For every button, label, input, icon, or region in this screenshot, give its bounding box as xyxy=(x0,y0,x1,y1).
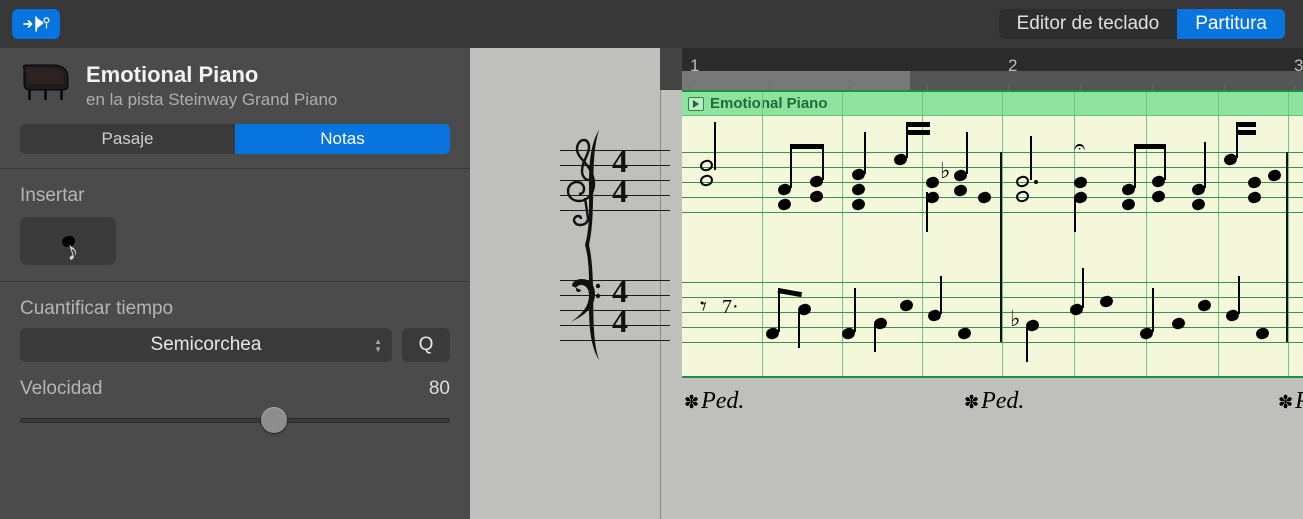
track-subtitle: en la pista Steinway Grand Piano xyxy=(86,90,337,110)
quantize-apply-button[interactable]: Q xyxy=(402,328,450,362)
divider xyxy=(0,168,470,169)
velocity-slider[interactable] xyxy=(20,410,450,430)
region-play-button[interactable] xyxy=(688,97,704,111)
midi-region[interactable]: Emotional Piano xyxy=(682,90,1303,378)
time-sig-numerator: 4 xyxy=(612,276,628,306)
track-title: Emotional Piano xyxy=(86,62,337,88)
quantize-value-select[interactable]: Semicorchea ▲▼ xyxy=(20,328,392,362)
bar-number: 2 xyxy=(1008,56,1017,76)
bar-ruler[interactable]: 1 2 3 xyxy=(660,48,1303,90)
quantize-value-text: Semicorchea xyxy=(151,334,262,356)
view-mode-tabs: Editor de teclado Partitura xyxy=(470,0,1303,48)
barline xyxy=(1286,152,1288,342)
velocity-value: 80 xyxy=(429,378,450,400)
ruler-region-played xyxy=(682,71,910,90)
quantize-label: Cuantificar tiempo xyxy=(0,294,470,324)
playhead-gutter xyxy=(660,48,682,90)
track-info: Emotional Piano en la pista Steinway Gra… xyxy=(86,62,337,110)
pedal-mark: Ped. xyxy=(684,388,744,415)
stepper-icon: ▲▼ xyxy=(374,338,382,353)
region-name: Emotional Piano xyxy=(710,95,828,112)
velocity-label: Velocidad xyxy=(20,378,102,400)
clef-area: 4 4 4 4 xyxy=(550,130,670,360)
time-sig-denominator: 4 xyxy=(612,306,628,336)
bar-number: 1 xyxy=(690,56,699,76)
pedal-mark: Ped. xyxy=(1278,388,1303,415)
inspector-panel: Emotional Piano en la pista Steinway Gra… xyxy=(0,0,470,519)
track-header: Emotional Piano en la pista Steinway Gra… xyxy=(0,48,470,118)
score-area: Editor de teclado Partitura 1 2 3 xyxy=(470,0,1303,519)
tab-score[interactable]: Partitura xyxy=(1177,9,1285,39)
treble-clef-icon xyxy=(564,134,604,230)
tab-notes[interactable]: Notas xyxy=(235,124,450,154)
pedal-mark: Ped. xyxy=(964,388,1024,415)
play-icon xyxy=(692,100,700,108)
time-sig-numerator: 4 xyxy=(612,146,628,176)
slider-track xyxy=(20,418,450,423)
inspector-top-strip xyxy=(0,0,470,48)
bar-number: 3 xyxy=(1294,56,1303,76)
time-sig-denominator: 4 xyxy=(612,176,628,206)
eighth-note-icon: ♪ xyxy=(60,234,76,248)
region-notes-segmented: Pasaje Notas xyxy=(0,118,470,168)
score-paper[interactable]: 4 4 4 4 Emotional Piano xyxy=(470,90,1303,519)
insert-note-value-select[interactable]: ♪ ▲▼ xyxy=(20,217,116,265)
insert-label: Insertar xyxy=(0,181,470,211)
bass-clef-icon xyxy=(564,278,602,324)
catch-playhead-button[interactable] xyxy=(12,9,60,39)
slider-knob[interactable] xyxy=(261,407,287,433)
tab-region[interactable]: Pasaje xyxy=(20,124,235,154)
score-editor-root: Emotional Piano en la pista Steinway Gra… xyxy=(0,0,1303,519)
divider xyxy=(0,281,470,282)
barline xyxy=(1000,152,1002,342)
tab-keyboard-editor[interactable]: Editor de teclado xyxy=(999,9,1178,39)
grand-piano-icon xyxy=(20,62,72,102)
region-header[interactable]: Emotional Piano xyxy=(682,92,1303,116)
catch-playhead-icon xyxy=(21,14,51,34)
